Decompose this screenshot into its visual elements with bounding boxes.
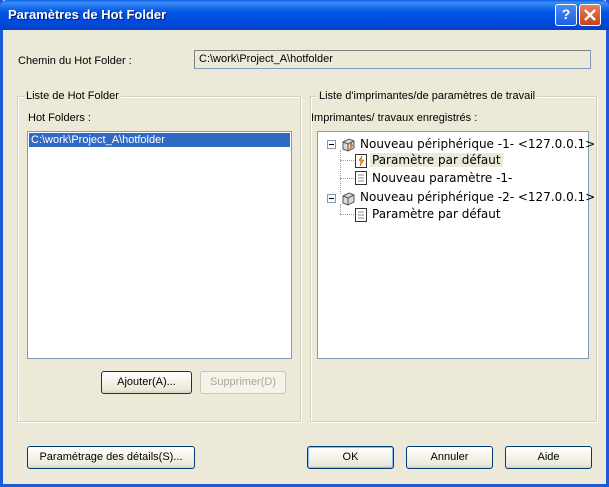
hot-folder-list[interactable]: C:\work\Project_A\hotfolder: [27, 131, 292, 359]
job-setting-icon: [355, 171, 367, 185]
tree-line: [340, 214, 354, 215]
title-bar[interactable]: Paramètres de Hot Folder ?: [0, 0, 609, 30]
tree-line: [340, 150, 341, 194]
hot-folders-label: Hot Folders :: [28, 112, 91, 124]
tree-line: [340, 178, 354, 179]
cancel-button[interactable]: Annuler: [406, 446, 493, 469]
delete-button[interactable]: Supprimer(D): [200, 371, 286, 394]
job-setting-icon: [355, 208, 367, 222]
close-icon: [584, 9, 596, 21]
tree-item-device-2[interactable]: Nouveau périphérique -2- <127.0.0.1>: [360, 190, 595, 204]
tree-line: [340, 160, 354, 161]
close-button[interactable]: [579, 4, 601, 26]
collapse-icon[interactable]: [327, 194, 336, 203]
help-button[interactable]: Aide: [505, 446, 592, 469]
tree-item-new-setting-1[interactable]: Nouveau paramètre -1-: [372, 171, 512, 185]
printer-device-icon: [342, 138, 355, 152]
dialog-window: Paramètres de Hot Folder ? Chemin du Hot…: [0, 0, 609, 487]
printer-tree[interactable]: Nouveau périphérique -1- <127.0.0.1> Par…: [317, 131, 595, 359]
tree-item-default-setting-1[interactable]: Paramètre par défaut: [370, 153, 503, 167]
hot-folder-group-title: Liste de Hot Folder: [24, 90, 121, 102]
collapse-icon[interactable]: [327, 140, 336, 149]
ok-button[interactable]: OK: [307, 446, 394, 469]
tree-item-default-setting-2[interactable]: Paramètre par défaut: [372, 207, 501, 221]
details-button[interactable]: Paramétrage des détails(S)...: [27, 446, 195, 469]
job-setting-active-icon: [355, 154, 367, 168]
path-label: Chemin du Hot Folder :: [18, 55, 132, 67]
printer-group-title: Liste d'imprimantes/de paramètres de tra…: [317, 90, 538, 102]
list-item[interactable]: C:\work\Project_A\hotfolder: [29, 133, 290, 147]
window-title: Paramètres de Hot Folder: [8, 7, 167, 22]
tree-item-device-1[interactable]: Nouveau périphérique -1- <127.0.0.1>: [360, 137, 595, 151]
printer-device-icon: [342, 192, 355, 206]
help-title-button[interactable]: ?: [555, 4, 577, 26]
path-field: C:\work\Project_A\hotfolder: [194, 50, 591, 69]
add-button[interactable]: Ajouter(A)...: [101, 371, 192, 394]
printers-label: Imprimantes/ travaux enregistrés :: [311, 112, 478, 124]
